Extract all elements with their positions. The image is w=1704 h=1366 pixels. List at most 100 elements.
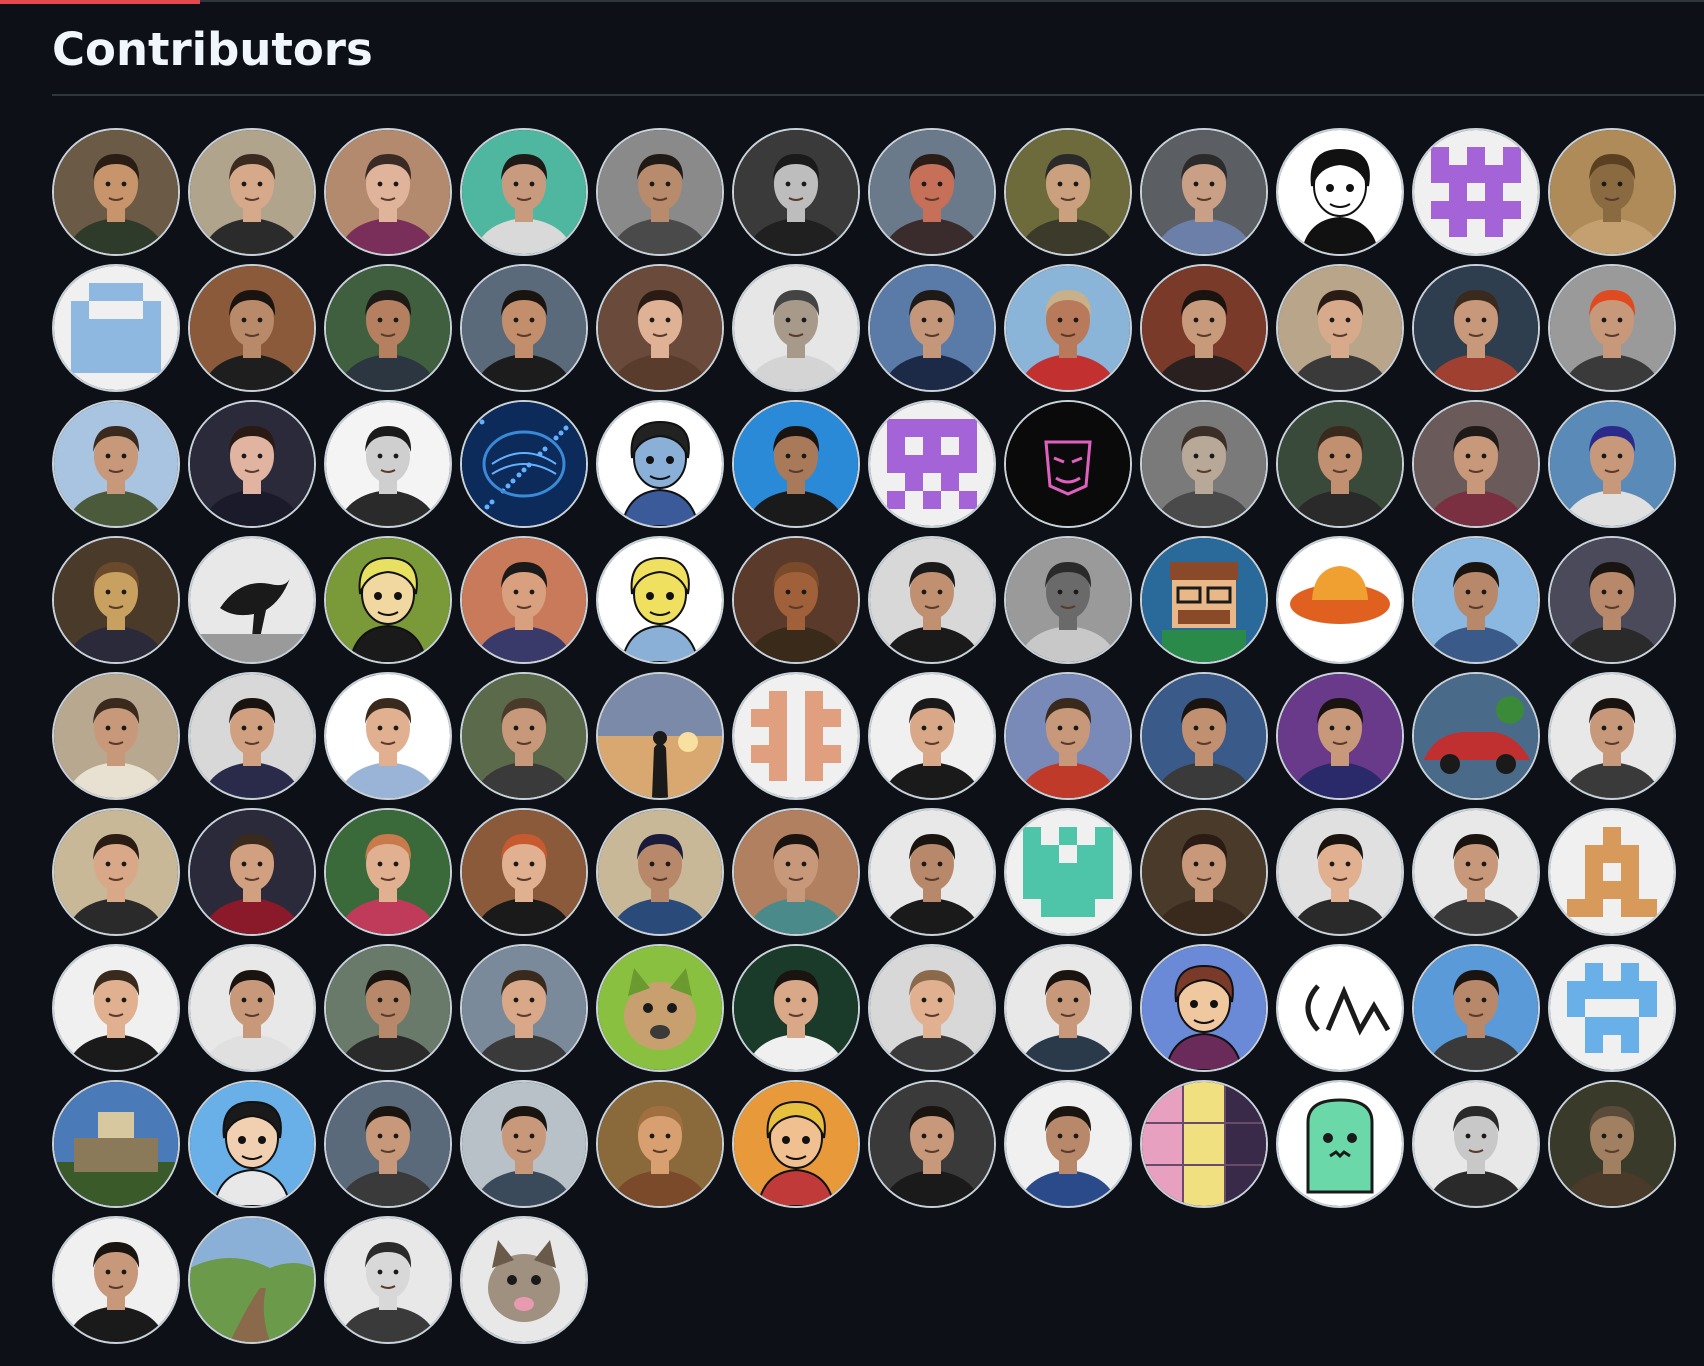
contributor-avatar[interactable]	[52, 128, 180, 256]
contributor-avatar[interactable]	[324, 672, 452, 800]
contributor-avatar[interactable]	[188, 944, 316, 1072]
contributor-avatar[interactable]	[460, 1080, 588, 1208]
contributor-avatar[interactable]	[460, 1216, 588, 1344]
contributor-avatar[interactable]	[1412, 808, 1540, 936]
contributor-avatar[interactable]	[1004, 536, 1132, 664]
contributor-avatar[interactable]	[1004, 400, 1132, 528]
contributor-avatar[interactable]	[1548, 808, 1676, 936]
contributor-avatar[interactable]	[868, 400, 996, 528]
contributor-avatar[interactable]	[1004, 808, 1132, 936]
contributor-avatar[interactable]	[1140, 128, 1268, 256]
contributor-avatar[interactable]	[188, 400, 316, 528]
contributor-avatar[interactable]	[460, 264, 588, 392]
contributor-avatar[interactable]	[1412, 128, 1540, 256]
contributor-avatar[interactable]	[188, 1216, 316, 1344]
contributor-avatar[interactable]	[1548, 536, 1676, 664]
contributor-avatar[interactable]	[1140, 1080, 1268, 1208]
contributor-avatar[interactable]	[1276, 1080, 1404, 1208]
contributor-avatar[interactable]	[1412, 1080, 1540, 1208]
contributor-avatar[interactable]	[52, 536, 180, 664]
contributor-avatar[interactable]	[1412, 672, 1540, 800]
contributor-avatar[interactable]	[1140, 808, 1268, 936]
contributor-avatar[interactable]	[732, 1080, 860, 1208]
contributor-avatar[interactable]	[732, 944, 860, 1072]
contributor-avatar[interactable]	[732, 536, 860, 664]
contributor-avatar[interactable]	[1004, 128, 1132, 256]
contributor-avatar[interactable]	[1276, 944, 1404, 1072]
contributor-avatar[interactable]	[1140, 672, 1268, 800]
contributor-avatar[interactable]	[1548, 400, 1676, 528]
contributor-avatar[interactable]	[52, 1080, 180, 1208]
contributor-avatar[interactable]	[324, 264, 452, 392]
contributor-avatar[interactable]	[188, 808, 316, 936]
contributor-avatar[interactable]	[596, 808, 724, 936]
contributor-avatar[interactable]	[52, 808, 180, 936]
contributor-avatar[interactable]	[324, 1080, 452, 1208]
contributor-avatar[interactable]	[1276, 536, 1404, 664]
contributor-avatar[interactable]	[1140, 264, 1268, 392]
contributor-avatar[interactable]	[52, 672, 180, 800]
contributor-avatar[interactable]	[732, 808, 860, 936]
contributor-avatar[interactable]	[596, 400, 724, 528]
contributor-avatar[interactable]	[324, 536, 452, 664]
contributor-avatar[interactable]	[188, 1080, 316, 1208]
contributor-avatar[interactable]	[596, 1080, 724, 1208]
contributor-avatar[interactable]	[596, 672, 724, 800]
contributor-avatar[interactable]	[1140, 400, 1268, 528]
contributor-avatar[interactable]	[1412, 400, 1540, 528]
contributor-avatar[interactable]	[1004, 944, 1132, 1072]
contributor-avatar[interactable]	[1276, 128, 1404, 256]
contributor-avatar[interactable]	[324, 808, 452, 936]
contributor-avatar[interactable]	[52, 944, 180, 1072]
contributor-avatar[interactable]	[460, 672, 588, 800]
contributor-avatar[interactable]	[1412, 264, 1540, 392]
contributor-avatar[interactable]	[1276, 400, 1404, 528]
contributor-avatar[interactable]	[1548, 672, 1676, 800]
contributor-avatar[interactable]	[596, 264, 724, 392]
contributor-avatar[interactable]	[1004, 672, 1132, 800]
contributor-avatar[interactable]	[324, 944, 452, 1072]
contributor-avatar[interactable]	[324, 1216, 452, 1344]
contributor-avatar[interactable]	[732, 672, 860, 800]
contributor-avatar[interactable]	[1140, 944, 1268, 1072]
contributor-avatar[interactable]	[1548, 1080, 1676, 1208]
contributor-avatar[interactable]	[596, 536, 724, 664]
contributor-avatar[interactable]	[188, 128, 316, 256]
contributor-avatar[interactable]	[460, 944, 588, 1072]
contributor-avatar[interactable]	[596, 128, 724, 256]
contributor-avatar[interactable]	[1548, 128, 1676, 256]
contributor-avatar[interactable]	[596, 944, 724, 1072]
contributor-avatar[interactable]	[1276, 264, 1404, 392]
contributor-avatar[interactable]	[868, 264, 996, 392]
contributor-avatar[interactable]	[1548, 264, 1676, 392]
contributor-avatar[interactable]	[732, 400, 860, 528]
contributor-avatar[interactable]	[732, 128, 860, 256]
contributor-avatar[interactable]	[188, 536, 316, 664]
contributor-avatar[interactable]	[1004, 264, 1132, 392]
contributor-avatar[interactable]	[1004, 1080, 1132, 1208]
contributor-avatar[interactable]	[868, 1080, 996, 1208]
contributor-avatar[interactable]	[1276, 808, 1404, 936]
contributor-avatar[interactable]	[1412, 536, 1540, 664]
contributor-avatar[interactable]	[188, 264, 316, 392]
contributor-avatar[interactable]	[52, 400, 180, 528]
contributor-avatar[interactable]	[1276, 672, 1404, 800]
contributor-avatar[interactable]	[324, 128, 452, 256]
contributor-avatar[interactable]	[868, 808, 996, 936]
contributor-avatar[interactable]	[868, 128, 996, 256]
contributor-avatar[interactable]	[1412, 944, 1540, 1072]
contributor-avatar[interactable]	[868, 536, 996, 664]
contributor-avatar[interactable]	[52, 1216, 180, 1344]
contributor-avatar[interactable]	[52, 264, 180, 392]
contributor-avatar[interactable]	[1140, 536, 1268, 664]
contributor-avatar[interactable]	[188, 672, 316, 800]
contributor-avatar[interactable]	[460, 536, 588, 664]
contributor-avatar[interactable]	[460, 808, 588, 936]
contributor-avatar[interactable]	[868, 944, 996, 1072]
contributor-avatar[interactable]	[1548, 944, 1676, 1072]
contributor-avatar[interactable]	[324, 400, 452, 528]
contributor-avatar[interactable]	[460, 128, 588, 256]
contributor-avatar[interactable]	[732, 264, 860, 392]
contributor-avatar[interactable]	[460, 400, 588, 528]
contributor-avatar[interactable]	[868, 672, 996, 800]
